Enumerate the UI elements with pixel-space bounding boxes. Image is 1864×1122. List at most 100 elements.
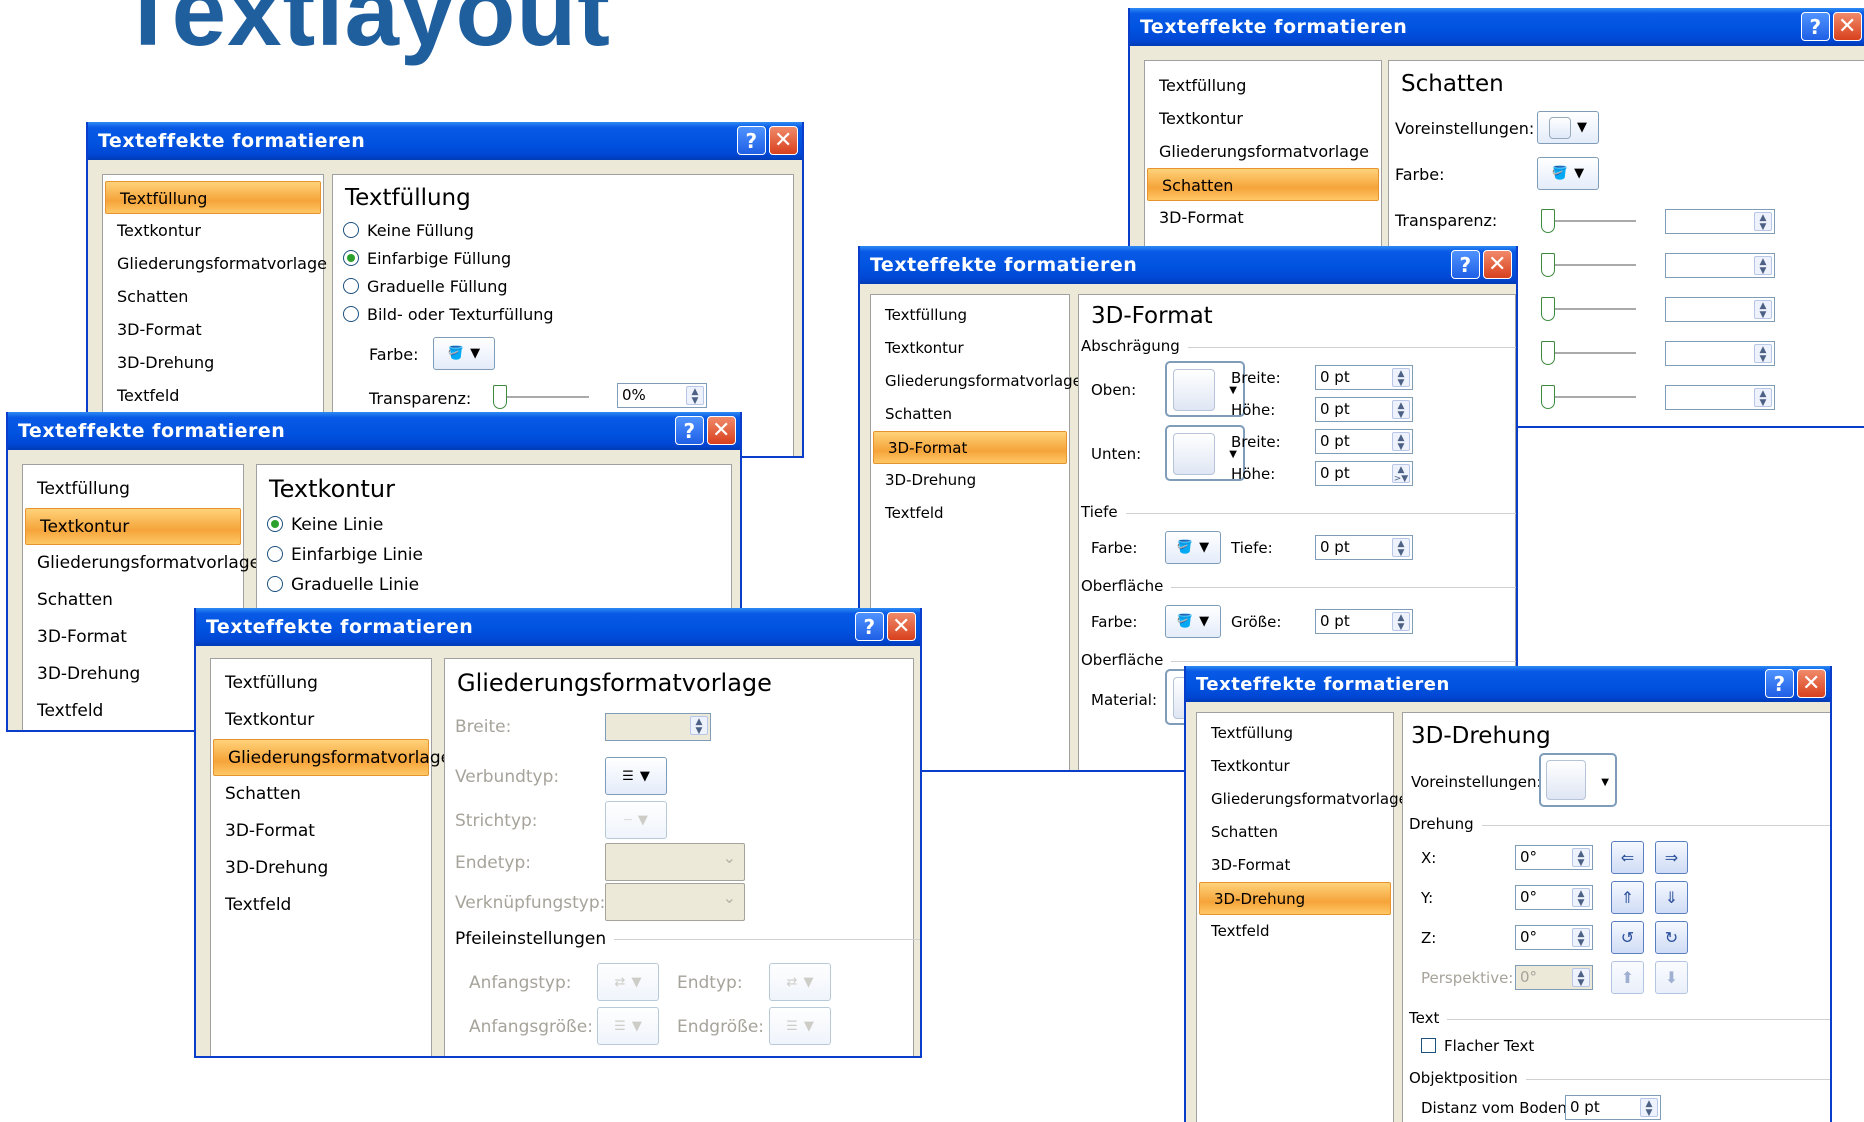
nav-item-textkontur[interactable]: Textkontur xyxy=(1197,750,1393,783)
nav-item-schatten[interactable]: Schatten xyxy=(1197,816,1393,849)
radio-graduelle-linie[interactable]: Graduelle Linie xyxy=(267,575,419,595)
angle-spinner[interactable]: ▲ ▼ xyxy=(1665,341,1775,366)
nav-item-textfeld[interactable]: Textfeld xyxy=(211,887,431,924)
transparenz-spinner[interactable]: ▲ ▼ xyxy=(1665,209,1775,234)
size-spinner[interactable]: ▲ ▼ xyxy=(1665,253,1775,278)
nav-item-gliederung[interactable]: Gliederungsformatvorlage xyxy=(871,365,1082,398)
nav-item-textkontur[interactable]: Textkontur xyxy=(211,702,431,739)
nav-item-3d-format[interactable]: 3D-Format xyxy=(211,813,431,850)
contour-color-dropdown[interactable]: 🪣 ▼ xyxy=(1165,605,1221,638)
nav-item-textkontur[interactable]: Textkontur xyxy=(103,214,323,247)
help-icon[interactable]: ? xyxy=(737,126,766,155)
radio-einfarbige-linie[interactable]: Einfarbige Linie xyxy=(267,545,423,565)
angle-slider[interactable] xyxy=(1541,341,1636,365)
rotation-preset-dropdown[interactable]: ▼ xyxy=(1539,753,1617,807)
breite-spinner[interactable]: ▲ ▼ xyxy=(605,713,711,741)
verknuepfungstyp-combo[interactable] xyxy=(605,883,745,921)
nav-item-3d-format[interactable]: 3D-Format xyxy=(103,313,323,346)
nav-item-gliederung[interactable]: Gliederungsformatvorlage xyxy=(213,739,451,776)
nav-item-textfuellung[interactable]: Textfüllung xyxy=(1197,717,1393,750)
nav-item-textkontur[interactable]: Textkontur xyxy=(25,508,241,545)
bottom-width-spinner[interactable]: 0 pt ▲ ▼ xyxy=(1315,429,1413,454)
nav-item-schatten[interactable]: Schatten xyxy=(103,280,323,313)
perspektive-spinner[interactable]: 0° ▲ ▼ xyxy=(1515,965,1593,990)
verbundtyp-dropdown[interactable]: ☰ ▼ xyxy=(605,757,667,795)
radio-keine-fuellung[interactable]: Keine Füllung xyxy=(343,221,474,240)
endtyp-dropdown[interactable]: ⇄ ▼ xyxy=(769,963,831,1001)
blur-slider[interactable] xyxy=(1541,297,1636,321)
close-icon[interactable]: ✕ xyxy=(1833,12,1862,41)
nav-item-textfuellung[interactable]: Textfüllung xyxy=(23,471,243,508)
nav-item-3d-format[interactable]: 3D-Format xyxy=(873,431,1067,464)
nav-item-3d-drehung[interactable]: 3D-Drehung xyxy=(1199,882,1391,915)
nav-item-gliederung[interactable]: Gliederungsformatvorlage xyxy=(23,545,260,582)
nav-item-schatten[interactable]: Schatten xyxy=(871,398,1069,431)
perspective-narrow-icon[interactable]: ⬆ xyxy=(1611,961,1644,994)
nav-item-textfuellung[interactable]: Textfüllung xyxy=(871,299,1069,332)
radio-graduelle-fuellung[interactable]: Graduelle Füllung xyxy=(343,277,508,296)
nav-item-3d-drehung[interactable]: 3D-Drehung xyxy=(103,346,323,379)
y-rotation-spinner[interactable]: 0° ▲ ▼ xyxy=(1515,885,1593,910)
nav-item-schatten[interactable]: Schatten xyxy=(1147,168,1379,201)
help-icon[interactable]: ? xyxy=(855,612,884,641)
top-height-spinner[interactable]: 0 pt ▲ ▼ xyxy=(1315,397,1413,422)
rotate-right-icon[interactable]: ⇒ xyxy=(1655,841,1688,874)
radio-bild-texturfuellung[interactable]: Bild- oder Texturfüllung xyxy=(343,305,554,324)
depth-spinner[interactable]: 0 pt ▲ ▼ xyxy=(1315,535,1413,560)
transparenz-spinner[interactable]: 0% ▲ ▼ xyxy=(617,383,707,408)
close-icon[interactable]: ✕ xyxy=(1483,250,1512,279)
nav-item-3d-drehung[interactable]: 3D-Drehung xyxy=(871,464,1069,497)
nav-item-gliederung[interactable]: Gliederungsformatvorlage xyxy=(103,247,327,280)
blur-spinner[interactable]: ▲ ▼ xyxy=(1665,297,1775,322)
anfangstyp-dropdown[interactable]: ⇄ ▼ xyxy=(597,963,659,1001)
distanz-spinner[interactable]: 0 pt ▲ ▼ xyxy=(1565,1095,1661,1120)
nav-item-textfeld[interactable]: Textfeld xyxy=(871,497,1069,530)
size-slider[interactable] xyxy=(1541,253,1636,277)
checkbox-flacher-text[interactable]: Flacher Text xyxy=(1421,1037,1534,1055)
x-rotation-spinner[interactable]: 0° ▲ ▼ xyxy=(1515,845,1593,870)
transparenz-slider[interactable] xyxy=(493,385,589,409)
nav-item-gliederung[interactable]: Gliederungsformatvorlage xyxy=(1145,135,1381,168)
rotate-down-icon[interactable]: ⇓ xyxy=(1655,881,1688,914)
color-dropdown[interactable]: 🪣 ▼ xyxy=(1537,157,1599,190)
strichtyp-dropdown[interactable]: ┈ ▼ xyxy=(605,801,667,839)
rotate-clockwise-icon[interactable]: ↻ xyxy=(1655,921,1688,954)
close-icon[interactable]: ✕ xyxy=(769,126,798,155)
transparenz-slider[interactable] xyxy=(1541,209,1636,233)
endetyp-combo[interactable] xyxy=(605,843,745,881)
nav-item-gliederung[interactable]: Gliederungsformatvorlage xyxy=(1197,783,1408,816)
depth-color-dropdown[interactable]: 🪣 ▼ xyxy=(1165,531,1221,564)
close-icon[interactable]: ✕ xyxy=(707,416,736,445)
radio-einfarbige-fuellung[interactable]: Einfarbige Füllung xyxy=(343,249,511,268)
nav-item-3d-format[interactable]: 3D-Format xyxy=(1197,849,1393,882)
nav-item-textkontur[interactable]: Textkontur xyxy=(871,332,1069,365)
help-icon[interactable]: ? xyxy=(1451,250,1480,279)
size-spinner[interactable]: 0 pt ▲ ▼ xyxy=(1315,609,1413,634)
close-icon[interactable]: ✕ xyxy=(887,612,916,641)
nav-item-textkontur[interactable]: Textkontur xyxy=(1145,102,1381,135)
close-icon[interactable]: ✕ xyxy=(1797,669,1826,698)
color-dropdown[interactable]: 🪣 ▼ xyxy=(433,337,495,370)
help-icon[interactable]: ? xyxy=(675,416,704,445)
nav-item-textfeld[interactable]: Textfeld xyxy=(1197,915,1393,948)
nav-item-schatten[interactable]: Schatten xyxy=(211,776,431,813)
nav-item-textfeld[interactable]: Textfeld xyxy=(103,379,323,412)
nav-item-textfuellung[interactable]: Textfüllung xyxy=(1145,69,1381,102)
radio-keine-linie[interactable]: Keine Linie xyxy=(267,515,383,535)
help-icon[interactable]: ? xyxy=(1765,669,1794,698)
rotate-counterclockwise-icon[interactable]: ↺ xyxy=(1611,921,1644,954)
rotate-up-icon[interactable]: ⇑ xyxy=(1611,881,1644,914)
nav-item-textfuellung[interactable]: Textfüllung xyxy=(211,665,431,702)
distance-spinner[interactable]: ▲ ▼ xyxy=(1665,385,1775,410)
nav-item-3d-drehung[interactable]: 3D-Drehung xyxy=(211,850,431,887)
rotate-left-icon[interactable]: ⇐ xyxy=(1611,841,1644,874)
endgroesse-dropdown[interactable]: ☰ ▼ xyxy=(769,1007,831,1045)
help-icon[interactable]: ? xyxy=(1801,12,1830,41)
nav-item-textfuellung[interactable]: Textfüllung xyxy=(105,181,321,214)
z-rotation-spinner[interactable]: 0° ▲ ▼ xyxy=(1515,925,1593,950)
preset-dropdown[interactable]: ▼ xyxy=(1537,111,1599,144)
anfangsgroesse-dropdown[interactable]: ☰ ▼ xyxy=(597,1007,659,1045)
bottom-height-spinner[interactable]: 0 pt ▲ >▼ xyxy=(1315,461,1413,486)
perspective-widen-icon[interactable]: ⬇ xyxy=(1655,961,1688,994)
distance-slider[interactable] xyxy=(1541,385,1636,409)
